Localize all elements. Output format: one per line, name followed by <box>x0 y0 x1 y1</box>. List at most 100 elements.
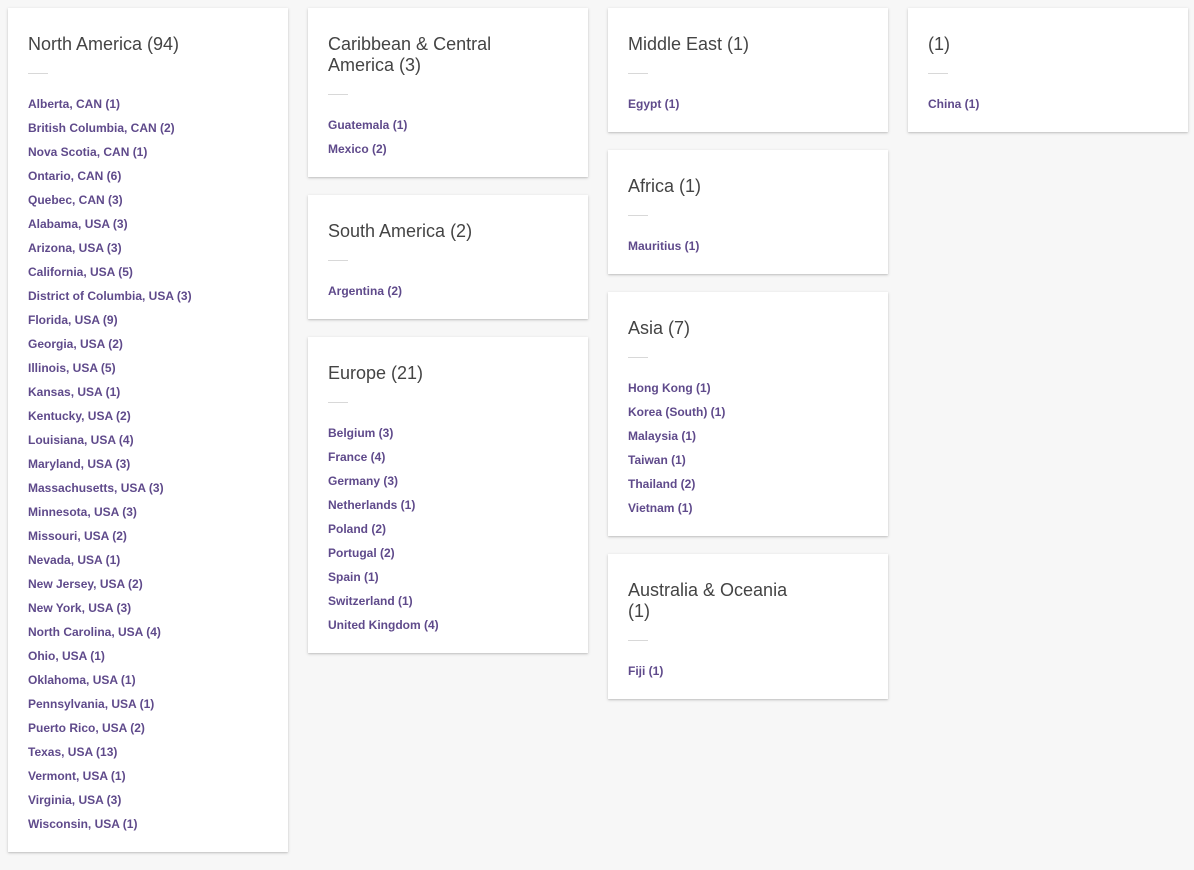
list-item: United Kingdom (4) <box>328 613 568 637</box>
location-link[interactable]: Alabama, USA (3) <box>28 217 128 231</box>
list-item: British Columbia, CAN (2) <box>28 116 268 140</box>
location-link[interactable]: Nevada, USA (1) <box>28 553 120 567</box>
location-link[interactable]: Thailand (2) <box>628 477 695 491</box>
title-divider <box>928 73 948 74</box>
list-item: Louisiana, USA (4) <box>28 428 268 452</box>
location-link[interactable]: North Carolina, USA (4) <box>28 625 161 639</box>
location-link[interactable]: Maryland, USA (3) <box>28 457 130 471</box>
location-link[interactable]: Kentucky, USA (2) <box>28 409 131 423</box>
region-title: South America (2) <box>328 221 473 241</box>
location-link[interactable]: Fiji (1) <box>628 664 663 678</box>
location-link[interactable]: Florida, USA (9) <box>28 313 118 327</box>
region-card: Australia & Oceania (1) Fiji (1) <box>608 554 888 699</box>
location-link[interactable]: Switzerland (1) <box>328 594 413 608</box>
list-item: Nevada, USA (1) <box>28 548 268 572</box>
location-link[interactable]: California, USA (5) <box>28 265 133 279</box>
list-item: Kansas, USA (1) <box>28 380 268 404</box>
list-item: Nova Scotia, CAN (1) <box>28 140 268 164</box>
location-link[interactable]: Malaysia (1) <box>628 429 696 443</box>
list-item: Belgium (3) <box>328 421 568 445</box>
location-link[interactable]: United Kingdom (4) <box>328 618 439 632</box>
column-4: (1) China (1) <box>908 8 1188 150</box>
location-list: Egypt (1) <box>628 92 868 116</box>
location-link[interactable]: Oklahoma, USA (1) <box>28 673 136 687</box>
list-item: California, USA (5) <box>28 260 268 284</box>
list-item: Korea (South) (1) <box>628 400 868 424</box>
location-link[interactable]: New Jersey, USA (2) <box>28 577 143 591</box>
region-card: South America (2) Argentina (2) <box>308 195 588 319</box>
location-link[interactable]: Quebec, CAN (3) <box>28 193 123 207</box>
location-link[interactable]: Illinois, USA (5) <box>28 361 116 375</box>
region-title: Middle East (1) <box>628 34 750 54</box>
location-link[interactable]: Portugal (2) <box>328 546 395 560</box>
location-link[interactable]: Puerto Rico, USA (2) <box>28 721 145 735</box>
list-item: Wisconsin, USA (1) <box>28 812 268 836</box>
list-item: Texas, USA (13) <box>28 740 268 764</box>
list-item: Vietnam (1) <box>628 496 868 520</box>
location-link[interactable]: Alberta, CAN (1) <box>28 97 120 111</box>
location-link[interactable]: Vermont, USA (1) <box>28 769 126 783</box>
location-link[interactable]: Guatemala (1) <box>328 118 407 132</box>
location-link[interactable]: Hong Kong (1) <box>628 381 711 395</box>
region-card: Caribbean & Central America (3) Guatemala… <box>308 8 588 177</box>
location-link[interactable]: Minnesota, USA (3) <box>28 505 137 519</box>
list-item: Virginia, USA (3) <box>28 788 268 812</box>
location-list: Mauritius (1) <box>628 234 868 258</box>
region-title: Caribbean & Central America (3) <box>328 34 492 75</box>
location-link[interactable]: Taiwan (1) <box>628 453 686 467</box>
title-divider <box>628 640 648 641</box>
list-item: New Jersey, USA (2) <box>28 572 268 596</box>
list-item: Malaysia (1) <box>628 424 868 448</box>
location-link[interactable]: Missouri, USA (2) <box>28 529 127 543</box>
location-link[interactable]: Germany (3) <box>328 474 398 488</box>
list-item: North Carolina, USA (4) <box>28 620 268 644</box>
list-item: Kentucky, USA (2) <box>28 404 268 428</box>
location-link[interactable]: Arizona, USA (3) <box>28 241 122 255</box>
location-link[interactable]: China (1) <box>928 97 979 111</box>
title-divider <box>628 357 648 358</box>
location-list: Belgium (3) France (4) Germany (3) Netherla… <box>328 421 568 637</box>
location-link[interactable]: Virginia, USA (3) <box>28 793 121 807</box>
location-link[interactable]: Poland (2) <box>328 522 386 536</box>
region-title: Asia (7) <box>628 318 691 338</box>
location-link[interactable]: Nova Scotia, CAN (1) <box>28 145 147 159</box>
list-item: Florida, USA (9) <box>28 308 268 332</box>
location-link[interactable]: France (4) <box>328 450 385 464</box>
location-link[interactable]: Egypt (1) <box>628 97 679 111</box>
location-link[interactable]: District of Columbia, USA (3) <box>28 289 192 303</box>
region-card: Asia (7) Hong Kong (1) Korea (South) (1) Ma… <box>608 292 888 536</box>
list-item: Hong Kong (1) <box>628 376 868 400</box>
title-divider <box>28 73 48 74</box>
location-link[interactable]: Kansas, USA (1) <box>28 385 120 399</box>
region-title: Europe (21) <box>328 363 424 383</box>
location-link[interactable]: Netherlands (1) <box>328 498 415 512</box>
list-item: Egypt (1) <box>628 92 868 116</box>
title-divider <box>328 260 348 261</box>
location-link[interactable]: Ontario, CAN (6) <box>28 169 121 183</box>
location-link[interactable]: Mexico (2) <box>328 142 387 156</box>
location-link[interactable]: Pennsylvania, USA (1) <box>28 697 154 711</box>
list-item: Illinois, USA (5) <box>28 356 268 380</box>
location-link[interactable]: Louisiana, USA (4) <box>28 433 134 447</box>
location-link[interactable]: Mauritius (1) <box>628 239 699 253</box>
region-card: North America (94) Alberta, CAN (1) Britis… <box>8 8 288 852</box>
location-link[interactable]: Massachusetts, USA (3) <box>28 481 164 495</box>
location-link[interactable]: Ohio, USA (1) <box>28 649 105 663</box>
location-link[interactable]: Wisconsin, USA (1) <box>28 817 137 831</box>
list-item: Taiwan (1) <box>628 448 868 472</box>
column-1: North America (94) Alberta, CAN (1) Britis… <box>8 8 288 870</box>
location-link[interactable]: Texas, USA (13) <box>28 745 117 759</box>
location-link[interactable]: Spain (1) <box>328 570 379 584</box>
column-3: Middle East (1) Egypt (1) Africa (1) Maurit… <box>608 8 888 717</box>
location-link[interactable]: New York, USA (3) <box>28 601 131 615</box>
region-card: Middle East (1) Egypt (1) <box>608 8 888 132</box>
list-item: China (1) <box>928 92 1168 116</box>
location-link[interactable]: Vietnam (1) <box>628 501 692 515</box>
location-link[interactable]: Korea (South) (1) <box>628 405 725 419</box>
location-link[interactable]: Georgia, USA (2) <box>28 337 123 351</box>
list-item: Fiji (1) <box>628 659 868 683</box>
title-divider <box>628 73 648 74</box>
location-link[interactable]: Belgium (3) <box>328 426 393 440</box>
location-link[interactable]: British Columbia, CAN (2) <box>28 121 175 135</box>
location-link[interactable]: Argentina (2) <box>328 284 402 298</box>
